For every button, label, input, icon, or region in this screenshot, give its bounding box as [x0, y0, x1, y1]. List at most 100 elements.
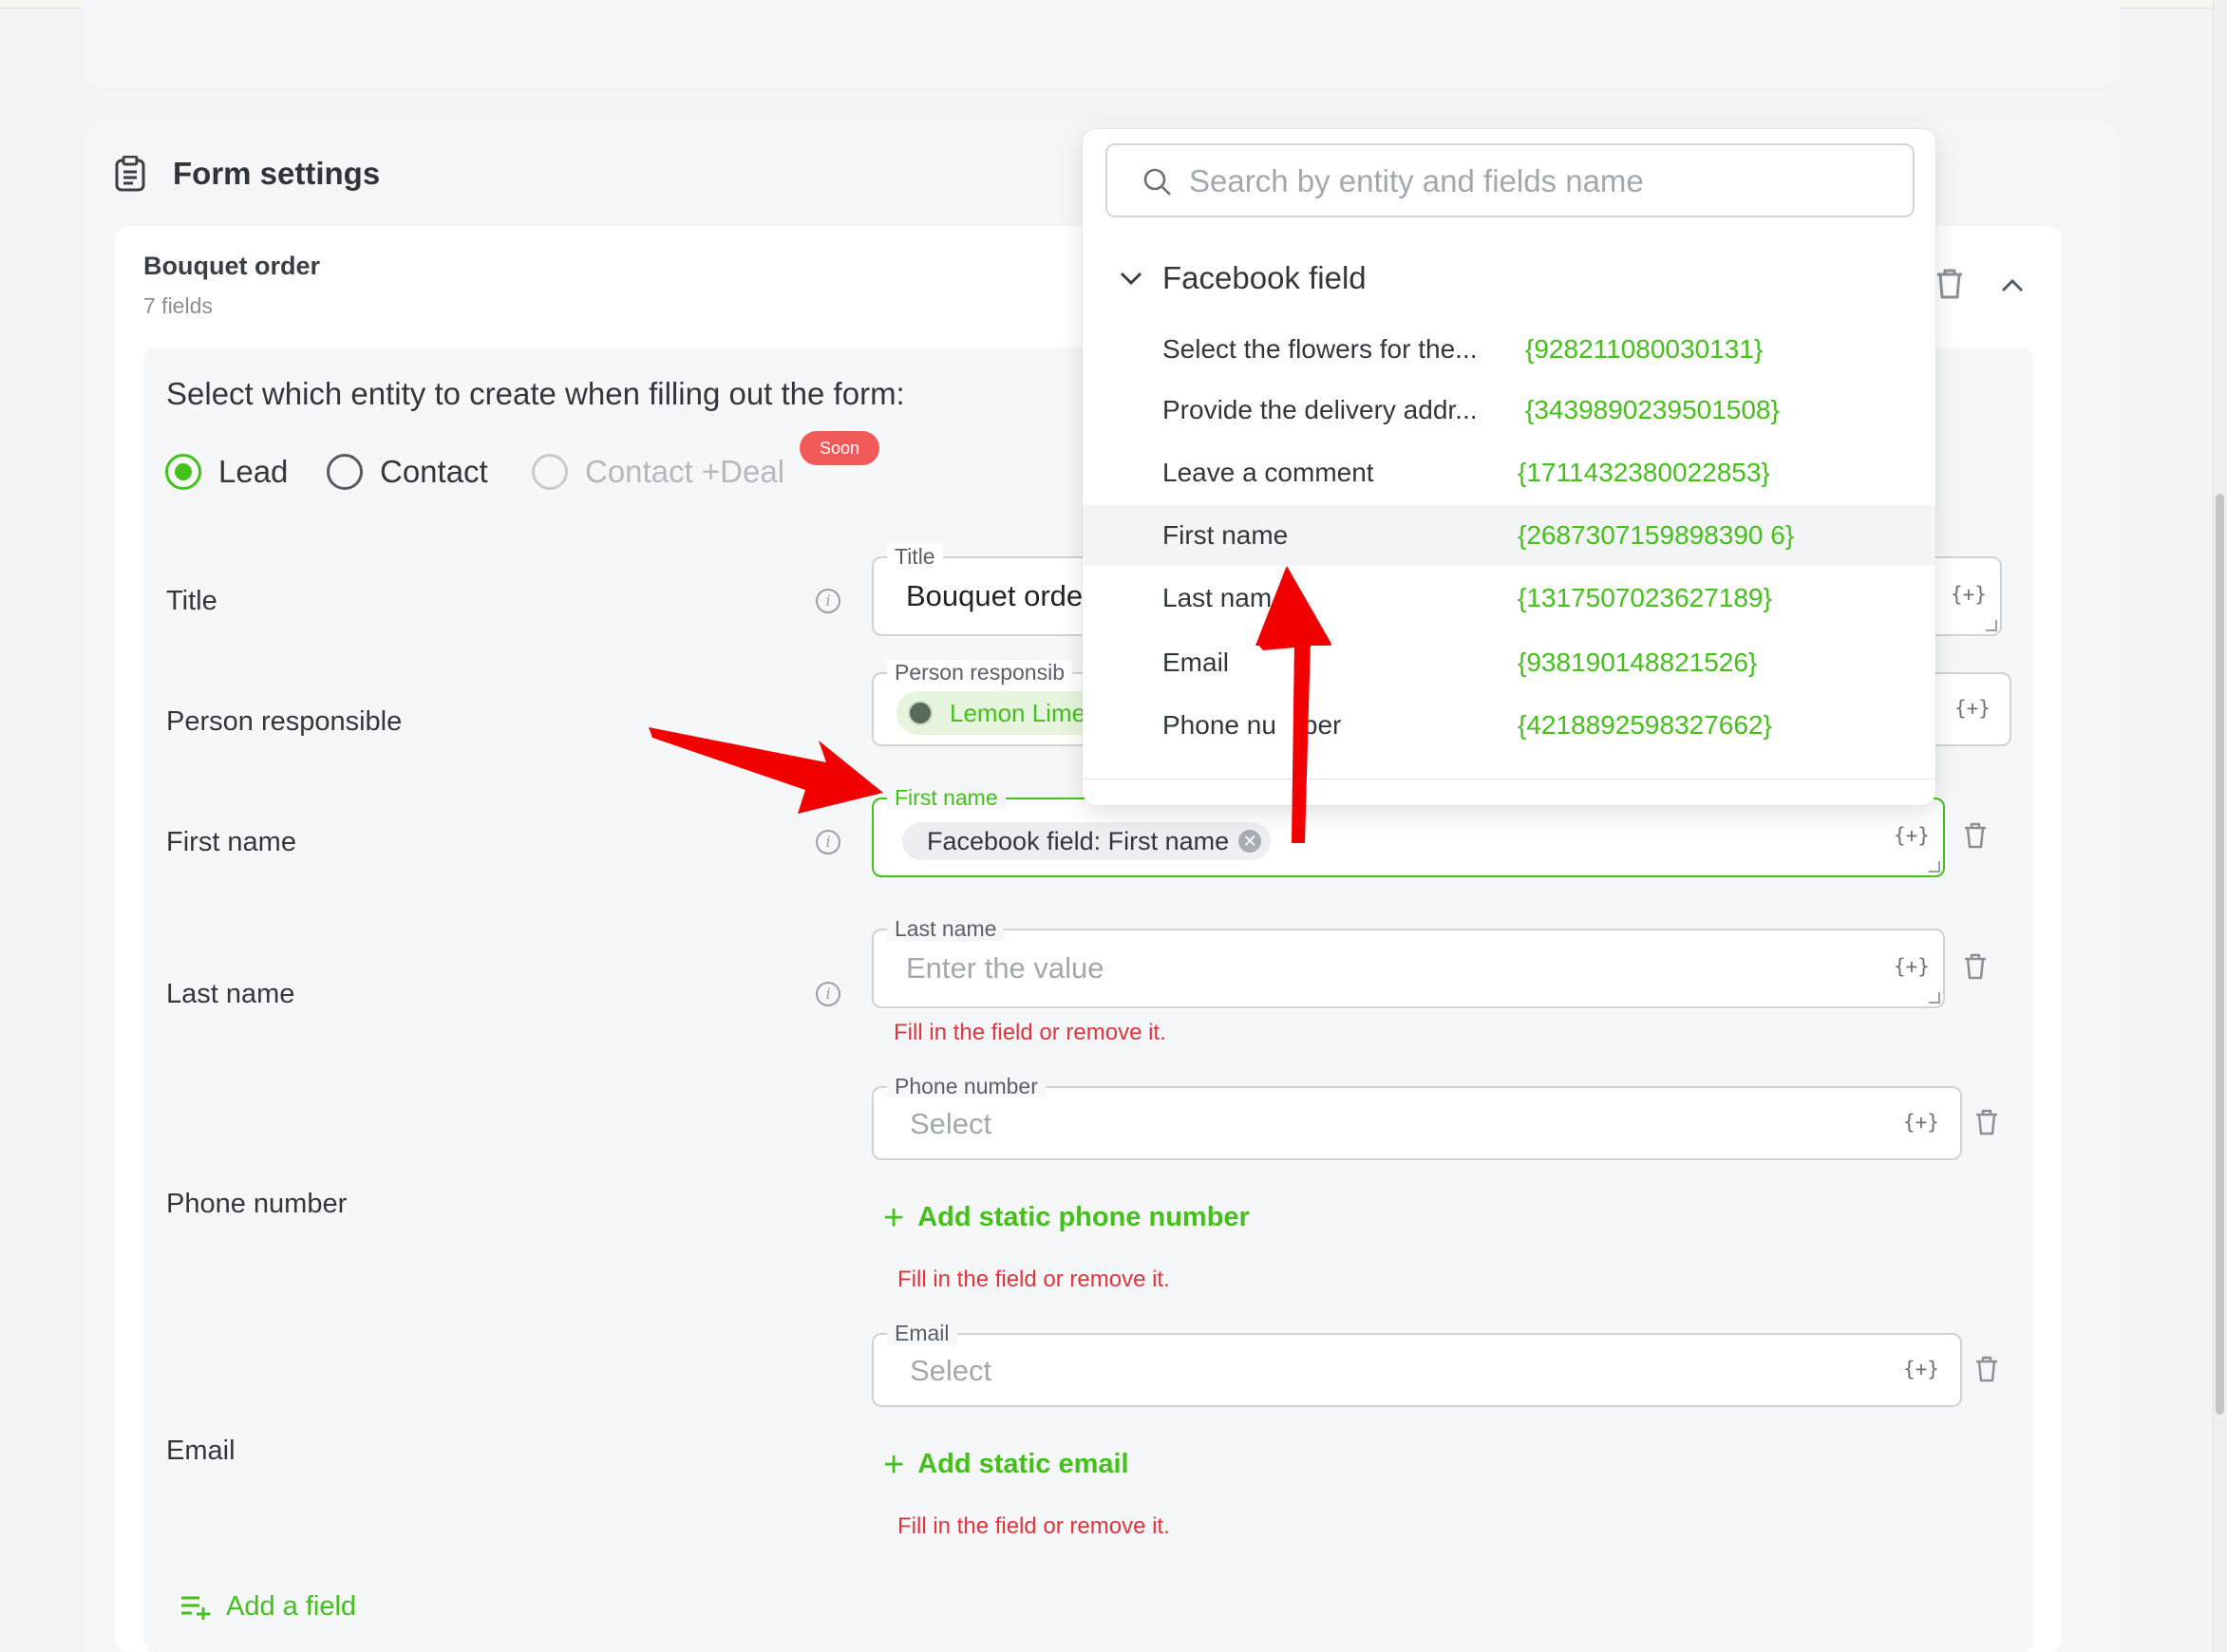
option-name: Provide the delivery addr... — [1162, 395, 1478, 424]
add-static-email-button[interactable]: + Add static email — [883, 1444, 1129, 1485]
row-label-email: Email — [166, 1436, 236, 1466]
row-label-last-name: Last name — [166, 979, 295, 1009]
option-name: Select the flowers for the... — [1162, 334, 1478, 364]
clipboard-icon — [115, 156, 145, 192]
chevron-down-icon — [1120, 272, 1142, 286]
option-name: Last nam — [1162, 583, 1273, 612]
email-error: Fill in the field or remove it. — [897, 1513, 1170, 1539]
phone-error: Fill in the field or remove it. — [897, 1267, 1170, 1292]
variable-insert-button[interactable]: {+} — [1903, 1358, 1939, 1380]
option-id: {3439890239501508} — [1525, 395, 1780, 424]
info-icon[interactable]: i — [816, 982, 840, 1006]
radio-contact[interactable]: Contact — [327, 448, 488, 496]
last-name-placeholder: Enter the value — [906, 951, 1104, 985]
plus-icon: + — [883, 1444, 905, 1485]
field-legend: Last name — [887, 916, 1005, 941]
option-name: First name — [1162, 520, 1289, 550]
chip-remove-icon[interactable]: ✕ — [1238, 830, 1262, 853]
add-static-phone-button[interactable]: + Add static phone number — [883, 1197, 1250, 1238]
trash-icon[interactable] — [1975, 1356, 1998, 1382]
add-field-icon — [181, 1596, 210, 1620]
field-legend: Person responsib — [887, 660, 1072, 685]
variable-insert-button[interactable]: {+} — [1954, 697, 1991, 720]
add-field-label: Add a field — [226, 1591, 357, 1622]
phone-placeholder: Select — [910, 1107, 992, 1140]
mapped-field-chip[interactable]: Facebook field: First name ✕ — [902, 822, 1272, 860]
radio-button — [532, 454, 568, 490]
dropdown-option[interactable]: Phone nu ber {4218892598327662} — [1083, 695, 1935, 756]
dropdown-option[interactable]: Email {938190148821526} — [1083, 632, 1935, 693]
radio-label: Contact — [380, 454, 488, 489]
option-id: {1317507023627189} — [1518, 583, 1772, 612]
dropdown-option[interactable]: Provide the delivery addr... {3439890239… — [1083, 380, 1935, 441]
title-value: Bouquet orde — [906, 579, 1084, 612]
radio-label: Contact +Deal — [585, 454, 785, 489]
dropdown-option[interactable]: Last nam {1317507023627189} — [1083, 568, 1935, 629]
resize-handle[interactable] — [1929, 992, 1940, 1004]
section-title: Form settings — [173, 156, 381, 191]
person-chip[interactable]: Lemon Lime — [896, 691, 1107, 735]
row-label-person: Person responsible — [166, 706, 403, 737]
form-name: Bouquet order — [143, 252, 320, 280]
chevron-up-icon[interactable] — [1998, 272, 2027, 300]
trash-icon[interactable] — [1964, 822, 1987, 849]
email-select[interactable]: Email Select {+} — [872, 1321, 1962, 1407]
radio-contact-deal: Contact +Deal — [532, 448, 784, 496]
option-name: Email — [1162, 648, 1230, 677]
radio-button[interactable] — [165, 454, 201, 490]
option-id: {938190148821526} — [1518, 648, 1758, 677]
soon-badge: Soon — [800, 431, 879, 465]
radio-button[interactable] — [327, 454, 363, 490]
option-id: {4218892598327662} — [1518, 710, 1772, 740]
field-legend: Phone number — [887, 1074, 1046, 1098]
add-field-button[interactable]: Add a field — [180, 1591, 356, 1623]
last-name-field[interactable]: Last name Enter the value {+} — [872, 916, 1945, 1008]
trash-icon[interactable] — [1975, 1109, 1998, 1136]
add-static-phone-label: Add static phone number — [917, 1202, 1250, 1232]
trash-icon[interactable] — [1935, 268, 1964, 300]
first-name-field[interactable]: First name Facebook field: First name ✕ … — [872, 785, 1945, 877]
option-id: {2687307159898390 6} — [1518, 520, 1795, 550]
dropdown-option-highlighted[interactable]: First name {2687307159898390 6} — [1083, 505, 1935, 566]
row-label-title: Title — [166, 586, 217, 616]
option-name: Phone nu ber — [1162, 710, 1342, 740]
page-scrollbar-thumb[interactable] — [2216, 494, 2224, 1415]
last-name-error: Fill in the field or remove it. — [894, 1020, 1166, 1045]
field-legend: First name — [887, 785, 1006, 810]
variable-insert-button[interactable]: {+} — [1894, 955, 1930, 978]
radio-lead[interactable]: Lead — [165, 448, 288, 496]
resize-handle[interactable] — [1929, 861, 1940, 873]
variable-insert-button[interactable]: {+} — [1903, 1111, 1939, 1134]
option-id: {1711432380022853} — [1518, 458, 1770, 487]
radio-label: Lead — [218, 454, 289, 489]
plus-icon: + — [883, 1197, 905, 1238]
field-picker-dropdown: Facebook field Select the flowers for th… — [1083, 129, 1935, 805]
row-label-phone: Phone number — [166, 1189, 348, 1219]
entity-prompt: Select which entity to create when filli… — [166, 376, 905, 411]
group-facebook-field[interactable]: Facebook field — [1119, 260, 1367, 296]
dropdown-option[interactable]: Leave a comment {1711432380022853} — [1083, 442, 1935, 503]
group-label: Facebook field — [1162, 260, 1367, 295]
chip-label: Facebook field: First name — [927, 827, 1230, 855]
phone-number-select[interactable]: Phone number Select {+} — [872, 1074, 1962, 1160]
previous-card — [84, 0, 2120, 87]
option-id: {928211080030131} — [1525, 334, 1764, 364]
search-input[interactable] — [1187, 159, 1894, 204]
avatar — [908, 701, 933, 725]
form-field-count: 7 fields — [143, 293, 213, 318]
trash-icon[interactable] — [1964, 953, 1987, 980]
field-legend: Title — [887, 544, 943, 569]
info-icon[interactable]: i — [816, 589, 840, 613]
add-static-email-label: Add static email — [917, 1449, 1129, 1479]
info-icon[interactable]: i — [816, 830, 840, 854]
resize-handle[interactable] — [1986, 620, 1997, 631]
variable-insert-button[interactable]: {+} — [1951, 583, 1987, 606]
dropdown-search[interactable] — [1105, 143, 1915, 217]
search-icon — [1143, 168, 1171, 196]
option-name: Leave a comment — [1162, 458, 1374, 487]
field-legend: Email — [887, 1321, 957, 1345]
row-label-first-name: First name — [166, 827, 296, 857]
variable-insert-button[interactable]: {+} — [1894, 824, 1930, 847]
person-name: Lemon Lime — [950, 699, 1086, 727]
dropdown-option[interactable]: Select the flowers for the... {928211080… — [1083, 319, 1935, 380]
